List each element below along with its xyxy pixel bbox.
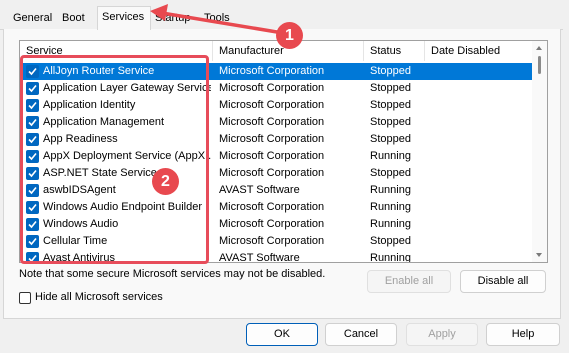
- service-manufacturer: AVAST Software: [219, 252, 300, 263]
- service-status: Stopped: [370, 235, 411, 247]
- service-status: Running: [370, 218, 411, 230]
- secure-services-note: Note that some secure Microsoft services…: [19, 268, 326, 280]
- service-manufacturer: Microsoft Corporation: [219, 201, 325, 213]
- service-manufacturer: Microsoft Corporation: [219, 65, 325, 77]
- service-status: Stopped: [370, 167, 411, 179]
- ok-button[interactable]: OK: [246, 323, 318, 346]
- service-status: Running: [370, 150, 411, 162]
- service-status: Stopped: [370, 133, 411, 145]
- scroll-down-icon[interactable]: [536, 253, 542, 257]
- service-manufacturer: Microsoft Corporation: [219, 116, 325, 128]
- disable-all-button[interactable]: Disable all: [460, 270, 546, 293]
- service-manufacturer: Microsoft Corporation: [219, 99, 325, 111]
- service-manufacturer: Microsoft Corporation: [219, 218, 325, 230]
- service-status: Stopped: [370, 99, 411, 111]
- vertical-scrollbar[interactable]: [532, 41, 547, 262]
- service-manufacturer: Microsoft Corporation: [219, 150, 325, 162]
- hide-microsoft-services-label: Hide all Microsoft services: [35, 291, 163, 303]
- service-manufacturer: Microsoft Corporation: [219, 235, 325, 247]
- service-manufacturer: Microsoft Corporation: [219, 82, 325, 94]
- annotation-badge-2: 2: [152, 168, 179, 195]
- service-status: Running: [370, 252, 411, 263]
- service-status: Stopped: [370, 65, 411, 77]
- annotation-badge-1: 1: [276, 22, 303, 49]
- service-status: Stopped: [370, 82, 411, 94]
- annotation-highlight-box: [20, 55, 209, 264]
- service-manufacturer: AVAST Software: [219, 184, 300, 196]
- service-manufacturer: Microsoft Corporation: [219, 133, 325, 145]
- service-manufacturer: Microsoft Corporation: [219, 167, 325, 179]
- service-status: Stopped: [370, 116, 411, 128]
- cancel-button[interactable]: Cancel: [325, 323, 397, 346]
- apply-button[interactable]: Apply: [406, 323, 478, 346]
- help-button[interactable]: Help: [486, 323, 560, 346]
- enable-all-button[interactable]: Enable all: [367, 270, 451, 293]
- service-status: Running: [370, 184, 411, 196]
- hide-microsoft-services-checkbox[interactable]: [19, 292, 31, 304]
- service-status: Running: [370, 201, 411, 213]
